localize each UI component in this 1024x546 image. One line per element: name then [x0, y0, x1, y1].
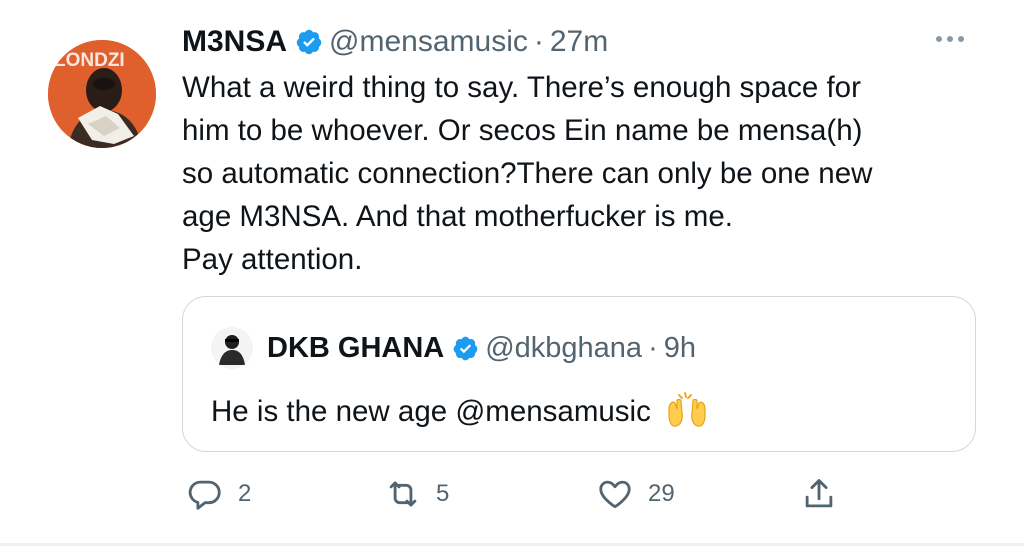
tweet-text-line: age M3NSA. And that motherfucker is me. — [182, 200, 733, 233]
verified-badge-icon — [453, 336, 478, 360]
like-count: 29 — [648, 480, 675, 507]
heart-icon — [599, 480, 631, 509]
raising-hands-emoji — [668, 392, 706, 427]
quoted-tweet-text: He is the new age @mensamusic — [211, 389, 709, 432]
tweet-actions: 2 5 29 — [186, 472, 846, 516]
author-name[interactable]: M3NSA — [182, 22, 287, 62]
quoted-tweet[interactable]: DKB GHANA @dkbghana · 9h He is the new a… — [182, 296, 976, 452]
tweet-header: M3NSA @mensamusic · 27m — [182, 22, 608, 62]
reply-button[interactable]: 2 — [186, 472, 251, 516]
quoted-author-handle[interactable]: @dkbghana — [485, 328, 642, 368]
tweet-text-line: What a weird thing to say. There’s enoug… — [182, 71, 861, 104]
share-icon — [805, 479, 833, 508]
tweet-timestamp[interactable]: 27m — [550, 22, 608, 62]
like-button[interactable]: 29 — [596, 472, 675, 516]
tweet-text: What a weird thing to say. There’s enoug… — [182, 66, 982, 281]
verified-badge-icon — [296, 29, 322, 55]
tweet-text-line: Pay attention. — [182, 243, 363, 276]
tweet-text-line: him to be whoever. Or secos Ein name be … — [182, 114, 863, 147]
separator-dot: · — [648, 332, 658, 364]
quoted-author-name[interactable]: DKB GHANA — [267, 328, 444, 368]
author-handle[interactable]: @mensamusic — [329, 22, 528, 62]
retweet-button[interactable]: 5 — [384, 472, 449, 516]
more-dots-icon[interactable] — [936, 36, 964, 42]
quoted-author-avatar[interactable] — [211, 327, 253, 369]
author-avatar[interactable]: LONDZI — [48, 40, 156, 148]
tweet[interactable]: LONDZI M3NSA @mensamusic · 27m What a we… — [0, 0, 1024, 546]
retweet-icon — [389, 481, 417, 507]
tweet-text-line: so automatic connection?There can only b… — [182, 157, 873, 190]
retweet-count: 5 — [436, 480, 450, 507]
quoted-tweet-header: DKB GHANA @dkbghana · 9h — [211, 327, 696, 369]
quoted-tweet-text-body: He is the new age @mensamusic — [211, 395, 651, 428]
share-button[interactable] — [800, 472, 838, 516]
separator-dot: · — [533, 25, 544, 58]
reply-count: 2 — [238, 480, 252, 507]
avatar-lettering: LONDZI — [54, 50, 125, 71]
reply-icon — [188, 480, 221, 510]
quoted-tweet-timestamp[interactable]: 9h — [664, 328, 696, 368]
